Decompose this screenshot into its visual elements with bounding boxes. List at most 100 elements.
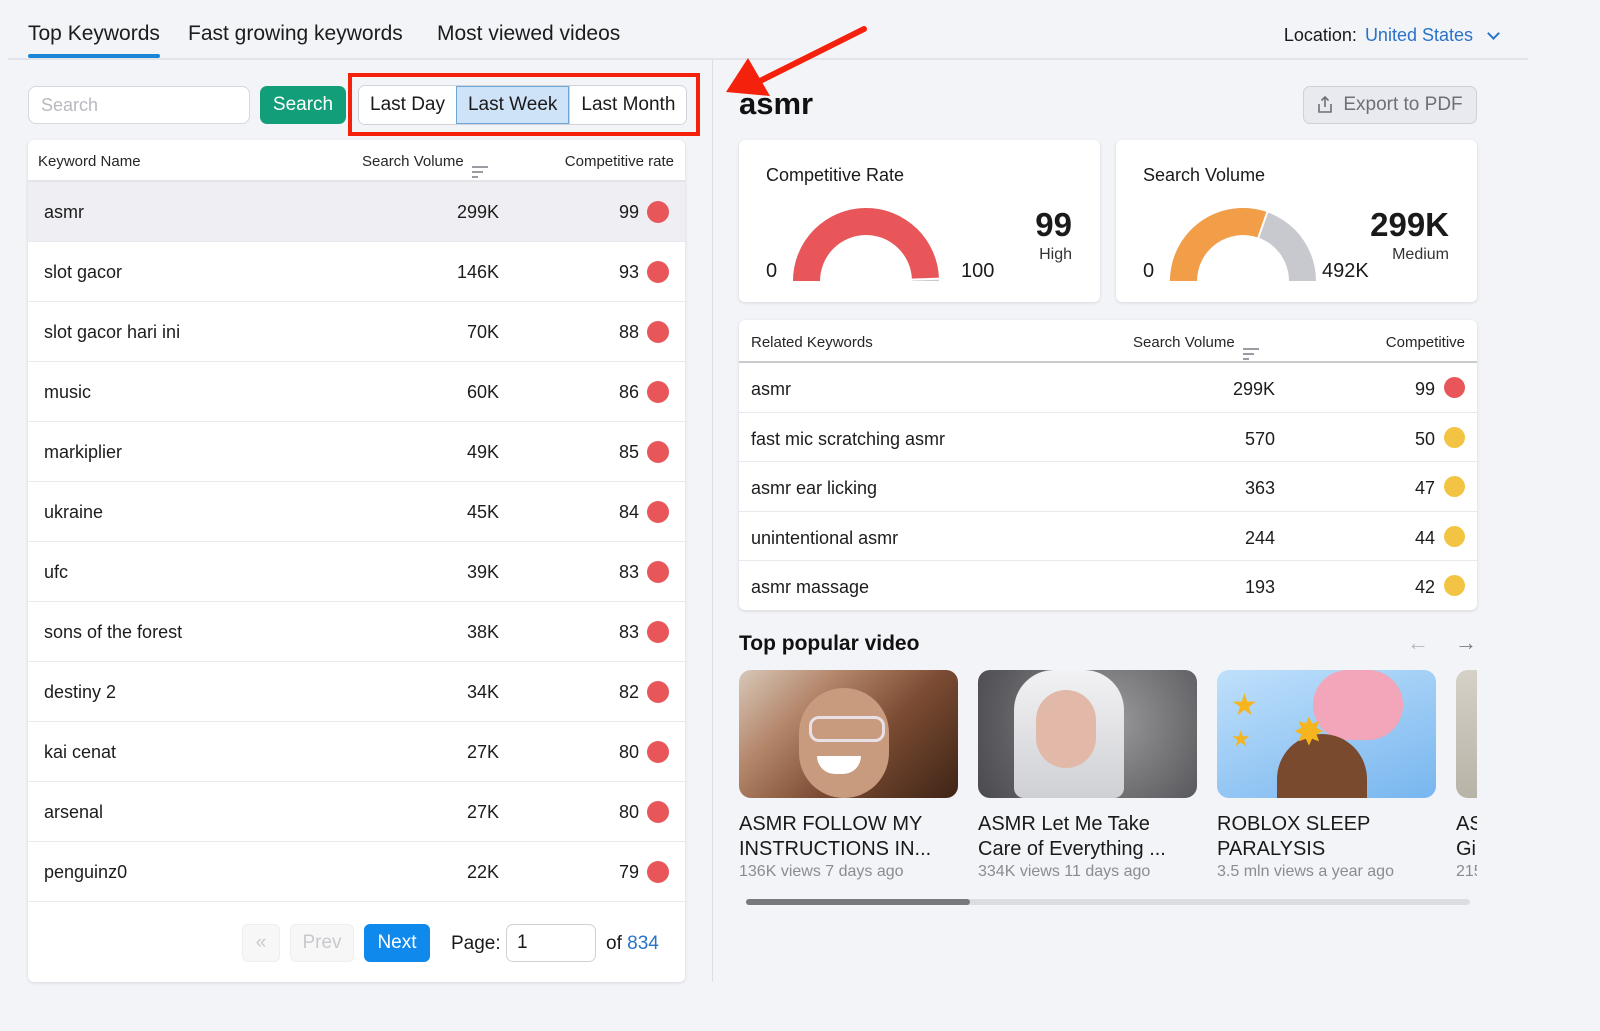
next-page-button[interactable]: Next [364,924,430,962]
col-related-search-volume[interactable]: Search Volume [1133,334,1259,360]
video-scrollbar-thumb[interactable] [746,899,971,905]
related-keyword-row[interactable]: asmr ear licking 363 47 [739,462,1477,512]
location-value[interactable]: United States [1365,25,1473,46]
keyword-volume: 27K [466,742,499,762]
video-meta: 334K views 11 days ago [978,863,1151,880]
search-volume-value: 299K [1370,206,1449,243]
rate-indicator-icon [647,681,669,703]
video-title: AS Gi [1456,813,1477,860]
competitive-rate-max: 100 [961,260,995,282]
video-card[interactable]: ASMR Let Me Take Care of Everything ... … [978,670,1197,881]
keyword-row[interactable]: ufc 39K 83 [28,542,685,602]
competitive-rate-min: 0 [766,260,778,282]
keyword-rate: 93 [618,262,639,282]
arrow-left-icon[interactable]: ← [1407,630,1429,656]
keyword-rate: 99 [618,202,639,222]
page-total: of 834 [606,933,659,955]
period-last-week[interactable]: Last Week [455,86,570,124]
prev-page-button[interactable]: Prev [290,924,354,962]
keyword-volume: 60K [466,382,499,402]
keyword-row[interactable]: destiny 2 34K 82 [28,662,685,722]
chevron-down-icon[interactable] [1487,26,1500,40]
pagination: « Prev Next Page: of 834 [28,902,685,982]
related-keyword-rate: 99 [1414,379,1435,399]
related-keywords-table: Related Keywords Search Volume Competiti… [739,320,1477,610]
keywords-table: Keyword Name Search Volume Competitive r… [28,140,685,982]
related-keyword-row[interactable]: fast mic scratching asmr 570 50 [739,413,1477,462]
first-page-button[interactable]: « [242,924,280,962]
related-keyword-rate: 50 [1414,428,1435,449]
video-thumbnail[interactable] [978,670,1197,798]
keyword-row[interactable]: ukraine 45K 84 [28,482,685,542]
keyword-name: destiny 2 [44,682,117,702]
video-scrollbar[interactable] [746,899,1470,905]
col-search-volume[interactable]: Search Volume [362,153,488,178]
rate-indicator-icon [647,441,669,463]
keyword-row[interactable]: markiplier 49K 85 [28,422,685,482]
rate-indicator-icon [647,381,669,403]
competitive-rate-gauge-divider [910,277,940,281]
keyword-row[interactable]: slot gacor hari ini 70K 88 [28,302,685,362]
keyword-rate: 83 [618,622,639,642]
keyword-name: ufc [44,562,69,582]
related-keyword-volume: 570 [1244,428,1275,449]
keyword-row[interactable]: sons of the forest 38K 83 [28,602,685,662]
sort-icon[interactable] [471,166,488,178]
search-input[interactable] [28,86,250,124]
of-label: of [606,933,622,954]
related-keyword-volume: 363 [1244,478,1275,498]
page-input[interactable] [506,924,596,962]
period-last-month[interactable]: Last Month [569,86,687,124]
video-thumbnail[interactable] [739,670,958,798]
page-label: Page: [451,933,501,954]
period-last-day[interactable]: Last Day [359,86,456,124]
arrow-right-icon[interactable]: → [1455,630,1477,656]
tab-top-keywords[interactable]: Top Keywords [28,22,160,58]
related-keyword-row[interactable]: asmr 299K 99 [739,363,1477,413]
keyword-volume: 22K [466,862,499,882]
video-card[interactable]: ★ ★ ✸ ROBLOX SLEEP PARALYSIS 3.5 mln vie… [1217,670,1436,881]
related-keyword-row[interactable]: unintentional asmr 244 44 [739,512,1477,561]
keyword-row[interactable]: asmr 299K 99 [28,182,685,242]
video-thumbnail[interactable] [1456,670,1477,798]
related-keyword-row[interactable]: asmr massage 193 42 [739,561,1477,610]
video-card[interactable]: ASMR FOLLOW MY INSTRUCTIONS IN... 136K v… [739,670,958,881]
keyword-name: music [44,382,92,402]
tab-fast-growing-keywords[interactable]: Fast growing keywords [188,22,403,46]
keyword-row[interactable]: kai cenat 27K 80 [28,722,685,782]
keyword-rate: 82 [618,682,639,702]
rate-indicator-icon [1444,525,1465,547]
video-card[interactable]: AS Gi 215 [1456,670,1477,881]
rate-indicator-icon [647,561,669,583]
search-volume-min: 0 [1143,260,1155,282]
keyword-row[interactable]: arsenal 27K 80 [28,782,685,842]
keyword-name: penguinz0 [44,862,128,882]
competitive-rate-card: Competitive Rate 0 100 99 High [739,140,1100,302]
rate-indicator-icon [647,801,669,823]
sort-icon[interactable] [1242,348,1259,360]
col-related-volume-label: Search Volume [1133,334,1235,351]
keywords-table-header: Keyword Name Search Volume Competitive r… [28,140,685,182]
export-pdf-button[interactable]: Export to PDF [1303,86,1477,124]
video-thumbnail[interactable]: ★ ★ ✸ [1217,670,1436,798]
related-keyword-name: asmr massage [751,577,870,597]
col-search-volume-label: Search Volume [362,153,464,170]
tab-most-viewed-videos[interactable]: Most viewed videos [437,22,620,46]
video-meta: 3.5 mln views a year ago [1217,863,1394,880]
competitive-rate-gauge [793,208,940,281]
rate-indicator-icon [1444,476,1465,497]
keyword-row[interactable]: slot gacor 146K 93 [28,242,685,302]
keyword-volume: 70K [466,322,499,342]
keyword-row[interactable]: penguinz0 22K 79 [28,842,685,902]
video-meta: 136K views 7 days ago [739,863,904,880]
search-button[interactable]: Search [260,86,346,124]
keyword-rate: 88 [618,322,639,342]
rate-indicator-icon [647,261,669,283]
location-selector[interactable]: Location: United States [1284,25,1500,46]
keyword-row[interactable]: music 60K 86 [28,362,685,422]
related-keyword-volume: 299K [1232,379,1275,399]
related-keyword-rate: 44 [1414,527,1435,548]
top-videos-title: Top popular video [739,632,920,655]
selected-keyword-title: asmr [739,86,814,121]
col-related-competitive: Competitive [1385,334,1465,351]
